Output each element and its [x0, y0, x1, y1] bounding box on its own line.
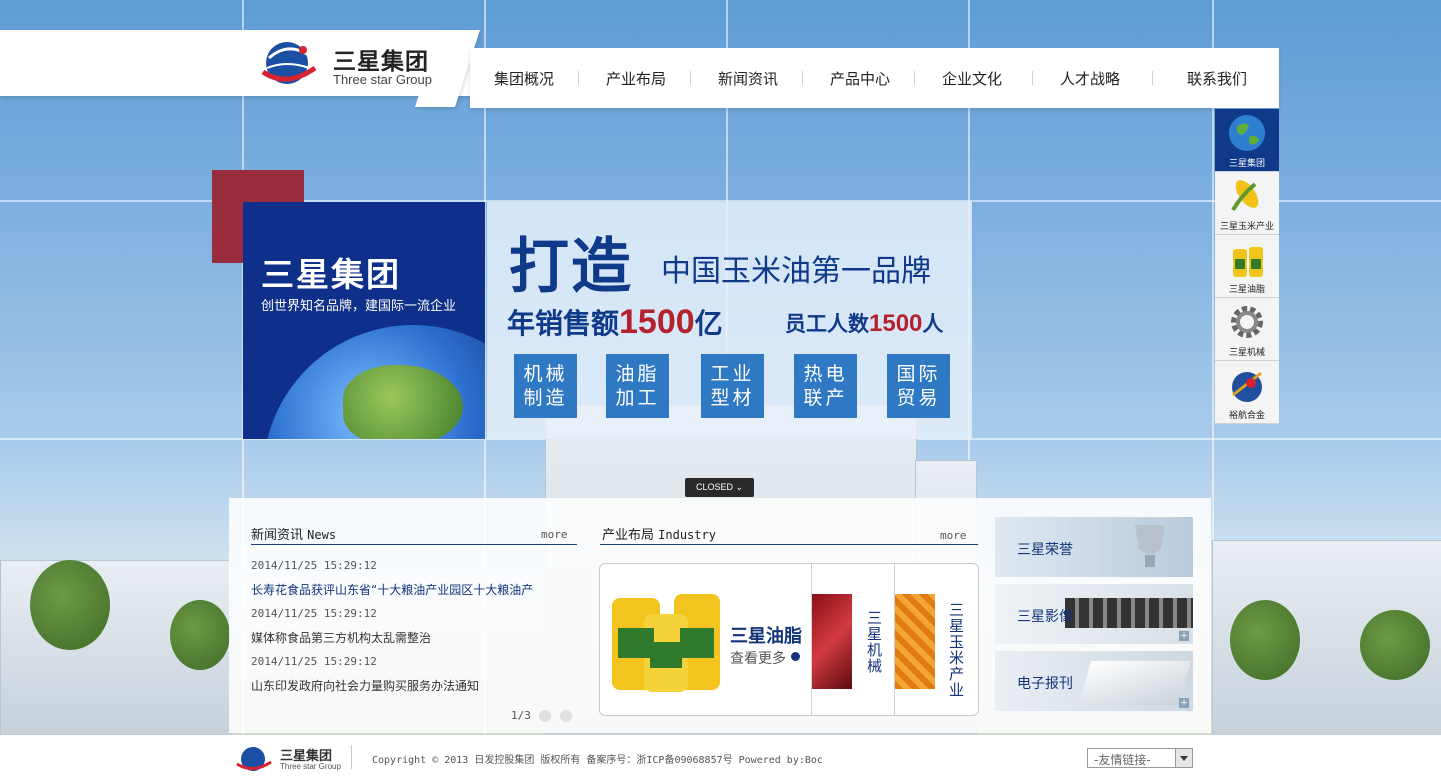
news-pager: 1/3 — [511, 709, 531, 722]
plus-icon: + — [1179, 631, 1189, 641]
banner-brand-panel: 三星集团 创世界知名品牌，建国际一流企业 — [243, 202, 485, 439]
industry-more-link[interactable]: more — [940, 529, 967, 542]
corn-icon — [1231, 180, 1259, 212]
promo-label: 三星影像 — [1017, 609, 1073, 625]
promo-epaper[interactable]: 电子报刊 + — [995, 651, 1193, 711]
globe-image — [263, 325, 485, 439]
side-item-group[interactable]: 三星集团 — [1215, 109, 1279, 172]
industry-vertical-corn[interactable]: 三星玉米产业 — [946, 602, 967, 698]
promo-label: 电子报刊 — [1017, 676, 1073, 692]
banner-tile-profiles[interactable]: 工业 型材 — [701, 354, 764, 418]
dropdown-arrow-icon — [1175, 749, 1192, 767]
banner-sales: 年销售额1500亿 — [507, 303, 723, 341]
nav-item-talent[interactable]: 人才战略 — [1060, 68, 1120, 89]
globe-icon — [1229, 115, 1265, 151]
industry-vertical-machinery[interactable]: 三星机械 — [864, 610, 885, 674]
side-item-label: 三星集团 — [1228, 159, 1265, 169]
news-more-link[interactable]: more — [541, 528, 568, 541]
machinery-image — [812, 594, 852, 689]
side-item-label: 三星玉米产业 — [1219, 222, 1274, 232]
side-item-label: 三星机械 — [1228, 348, 1265, 358]
news-date: 2014/11/25 15:29:12 — [251, 655, 377, 668]
film-strip-icon — [1065, 598, 1193, 628]
news-date: 2014/11/25 15:29:12 — [251, 607, 377, 620]
industry-divider — [600, 544, 978, 545]
banner-headline: 打造 — [509, 232, 633, 302]
news-date: 2014/11/25 15:29:12 — [251, 559, 377, 572]
nav-item-group-overview[interactable]: 集团概况 — [494, 68, 554, 89]
footer-logo-en: Three star Group — [280, 762, 341, 771]
chevron-down-icon: ⌄ — [735, 482, 744, 492]
logo-cn-text: 三星集团 — [333, 49, 429, 75]
news-heading: 新闻资讯 News — [251, 528, 337, 543]
promo-label: 三星荣誉 — [1017, 542, 1073, 558]
side-item-label: 三星油脂 — [1228, 285, 1265, 295]
promo-honor[interactable]: 三星荣誉 — [995, 517, 1193, 577]
friend-links-select[interactable]: -友情链接- — [1087, 748, 1193, 768]
side-icon-bar: 三星集团 三星玉米产业 三星油脂 三星机械 裕航合金 — [1215, 109, 1279, 424]
banner-tile-machinery[interactable]: 机械 制造 — [514, 354, 577, 418]
news-item[interactable]: 媒体称食品第三方机构太乱需整治 — [251, 629, 581, 646]
plus-icon: + — [1179, 698, 1189, 708]
industry-carousel: 三星油脂 查看更多 三星机械 三星玉米产业 — [599, 563, 979, 716]
closed-button[interactable]: CLOSED ⌄ — [685, 478, 754, 497]
main-nav: 集团概况 产业布局 新闻资讯 产品中心 企业文化 人才战略 联系我们 — [470, 48, 1279, 108]
side-item-oil[interactable]: 三星油脂 — [1215, 235, 1279, 298]
footer-logo-icon — [236, 747, 272, 771]
banner-slogan: 创世界知名品牌，建国际一流企业 — [261, 299, 457, 314]
oil-bottle-icon — [1233, 247, 1263, 277]
news-item[interactable]: 长寿花食品获评山东省“十大粮油产业园区十大粮油产 — [251, 581, 581, 598]
side-item-label: 裕航合金 — [1228, 411, 1265, 421]
news-item[interactable]: 山东印发政府向社会力量购买服务办法通知 — [251, 677, 581, 694]
alloy-icon — [1232, 371, 1262, 402]
oil-bottles-image — [612, 594, 720, 692]
industry-heading: 产业布局 Industry — [602, 528, 716, 543]
promo-gallery[interactable]: 三星影像 + — [995, 584, 1193, 644]
nav-item-products[interactable]: 产品中心 — [830, 68, 890, 89]
industry-featured-title[interactable]: 三星油脂 — [730, 622, 802, 648]
copyright-text: Copyright © 2013 日发控股集团 版权所有 备案序号：浙ICP备0… — [372, 755, 823, 766]
logo-icon[interactable] — [257, 38, 319, 88]
side-item-machinery[interactable]: 三星机械 — [1215, 298, 1279, 361]
nav-item-contact[interactable]: 联系我们 — [1187, 68, 1247, 89]
corn-image — [895, 594, 935, 689]
footer-divider — [351, 745, 352, 769]
newspaper-icon — [1079, 661, 1191, 705]
side-item-corn[interactable]: 三星玉米产业 — [1215, 172, 1279, 235]
arrow-right-icon — [791, 652, 800, 661]
next-arrow-icon[interactable] — [560, 710, 572, 722]
prev-arrow-icon[interactable] — [539, 710, 551, 722]
banner-tile-power[interactable]: 热电 联产 — [794, 354, 857, 418]
nav-item-industry[interactable]: 产业布局 — [606, 68, 666, 89]
industry-view-more[interactable]: 查看更多 — [730, 648, 786, 668]
side-item-alloy[interactable]: 裕航合金 — [1215, 361, 1279, 424]
trophy-icon — [1135, 525, 1165, 567]
banner-message-panel: 打造 中国玉米油第一品牌 年销售额1500亿 员工人数1500人 机械 制造 油脂… — [487, 202, 972, 439]
nav-item-news[interactable]: 新闻资讯 — [718, 68, 778, 89]
news-divider — [251, 544, 577, 545]
banner-tile-oil[interactable]: 油脂 加工 — [606, 354, 669, 418]
content-panel: 新闻资讯 News more 2014/11/25 15:29:12 长寿花食品… — [229, 498, 1211, 733]
banner-headline-brand: 中国玉米油第一品牌 — [661, 254, 931, 289]
banner-brand-title: 三星集团 — [261, 255, 401, 294]
logo-en-text: Three star Group — [333, 72, 432, 87]
banner-tile-trade[interactable]: 国际 贸易 — [887, 354, 950, 418]
banner-staff: 员工人数1500人 — [785, 310, 944, 337]
nav-item-culture[interactable]: 企业文化 — [942, 68, 1002, 89]
gear-icon — [1231, 306, 1263, 338]
